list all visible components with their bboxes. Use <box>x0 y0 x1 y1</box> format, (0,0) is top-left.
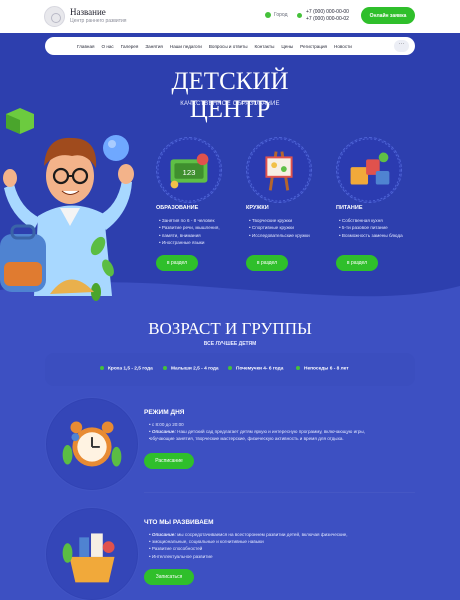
phone-number-2[interactable]: +7 (000) 000-00-02 <box>306 16 349 22</box>
nav-item-registration[interactable]: Регистрация <box>300 44 327 49</box>
groups-title: ВОЗРАСТ И ГРУППЫ <box>148 319 312 338</box>
service-list: Собственная кухня 5-ти разовое питание В… <box>339 217 403 239</box>
group-item-neposedy[interactable]: Непоседы 6 - 8 лет <box>296 366 349 371</box>
easel-icon <box>246 137 312 203</box>
section-divider <box>144 492 415 493</box>
list-item: Возможность замены блюда <box>339 232 403 239</box>
more-menu-icon[interactable]: ··· <box>394 40 409 52</box>
service-list: Творческие кружки Спортивные кружки Иссл… <box>249 217 310 239</box>
list-item: Иностранные языки <box>159 239 220 246</box>
service-title: ПИТАНИЕ <box>336 205 363 211</box>
alarm-clock-illustration <box>45 397 139 491</box>
nav-item-classes[interactable]: Занятия <box>145 44 163 49</box>
hero-subtitle: КАЧЕСТВЕННОЕ ОБРАЗОВАНИЕ <box>180 101 280 107</box>
phone-number-1[interactable]: +7 (000) 000-00-00 <box>306 9 349 15</box>
list-item: эмоциональные, социальные и когнитивные … <box>149 538 348 545</box>
list-item: Спортивные кружки <box>249 224 310 231</box>
schedule-title: РЕЖИМ ДНЯ <box>144 409 185 416</box>
service-list: Занятия по 6 - 8 человек Развитие речи, … <box>159 217 220 247</box>
signup-button[interactable]: Записаться <box>144 569 194 585</box>
logo-icon[interactable] <box>44 6 65 27</box>
nav-item-teachers[interactable]: Наши педагоги <box>170 44 202 49</box>
city-selector[interactable]: Город <box>274 12 288 18</box>
hero-title: ДЕТСКИЙ ЦЕНТР <box>171 68 289 123</box>
group-item-malyshi[interactable]: Малыши 2,5 - 4 года <box>163 366 219 371</box>
service-title: ОБРАЗОВАНИЕ <box>156 205 199 211</box>
group-item-pochemuchki[interactable]: Почемучки 4- 6 года <box>228 366 283 371</box>
main-nav: Главная О нас Галерея Занятия Наши педаг… <box>45 37 415 55</box>
nav-item-about[interactable]: О нас <box>101 44 113 49</box>
nav-item-prices[interactable]: Цены <box>281 44 293 49</box>
site-header: Название Центр раннего развития Город +7… <box>0 0 460 33</box>
list-item: с 8:00 до 20:00 <box>149 421 365 428</box>
online-request-button[interactable]: Онлайн заявка <box>361 7 415 24</box>
clubs-section-button[interactable]: в раздел <box>246 255 288 271</box>
brand-name[interactable]: Название <box>70 7 106 17</box>
list-item: Творческие кружки <box>249 217 310 224</box>
group-item-kroha[interactable]: Кроха 1,5 - 2,5 года <box>100 366 153 371</box>
nav-item-faq[interactable]: Вопросы и ответы <box>209 44 248 49</box>
list-item: Развитие речи, мышления, <box>159 224 220 231</box>
svg-text:123: 123 <box>183 168 196 177</box>
list-item: обучающие занятия, творческие мастерские… <box>149 435 365 442</box>
development-title: ЧТО МЫ РАЗВИВАЕМ <box>144 519 214 526</box>
groups-subtitle: ВСЕ ЛУЧШЕЕ ДЕТЯМ <box>203 341 257 347</box>
phone-icon <box>297 13 302 18</box>
list-item: памяти, внимания <box>159 232 220 239</box>
list-item: Описание: Наш детский сад предлагает дет… <box>149 428 365 435</box>
food-icon <box>336 137 402 203</box>
location-pin-icon <box>265 12 271 18</box>
list-item: Исследовательские кружки <box>249 232 310 239</box>
basket-illustration <box>45 507 139 600</box>
brand-tagline: Центр раннего развития <box>70 18 127 24</box>
nav-item-contacts[interactable]: Контакты <box>255 44 275 49</box>
list-item: Собственная кухня <box>339 217 403 224</box>
nav-item-gallery[interactable]: Галерея <box>121 44 139 49</box>
list-item: 5-ти разовое питание <box>339 224 403 231</box>
food-section-button[interactable]: в раздел <box>336 255 378 271</box>
list-item: Занятия по 6 - 8 человек <box>159 217 220 224</box>
schedule-button[interactable]: Расписание <box>144 453 194 469</box>
list-item: Описание: мы сосредотачиваемся на всесто… <box>149 531 348 538</box>
list-item: Развитие способностей <box>149 545 348 552</box>
service-title: КРУЖКИ <box>246 205 269 211</box>
nav-item-home[interactable]: Главная <box>77 44 94 49</box>
schedule-list: с 8:00 до 20:00 Описание: Наш детский са… <box>149 421 365 443</box>
development-list: Описание: мы сосредотачиваемся на всесто… <box>149 531 348 560</box>
nav-item-news[interactable]: Новости <box>334 44 352 49</box>
teacher-character-illustration <box>0 108 134 301</box>
list-item: Интеллектуальное развитие <box>149 553 348 560</box>
education-section-button[interactable]: в раздел <box>156 255 198 271</box>
education-board-icon: 123 <box>156 137 222 203</box>
